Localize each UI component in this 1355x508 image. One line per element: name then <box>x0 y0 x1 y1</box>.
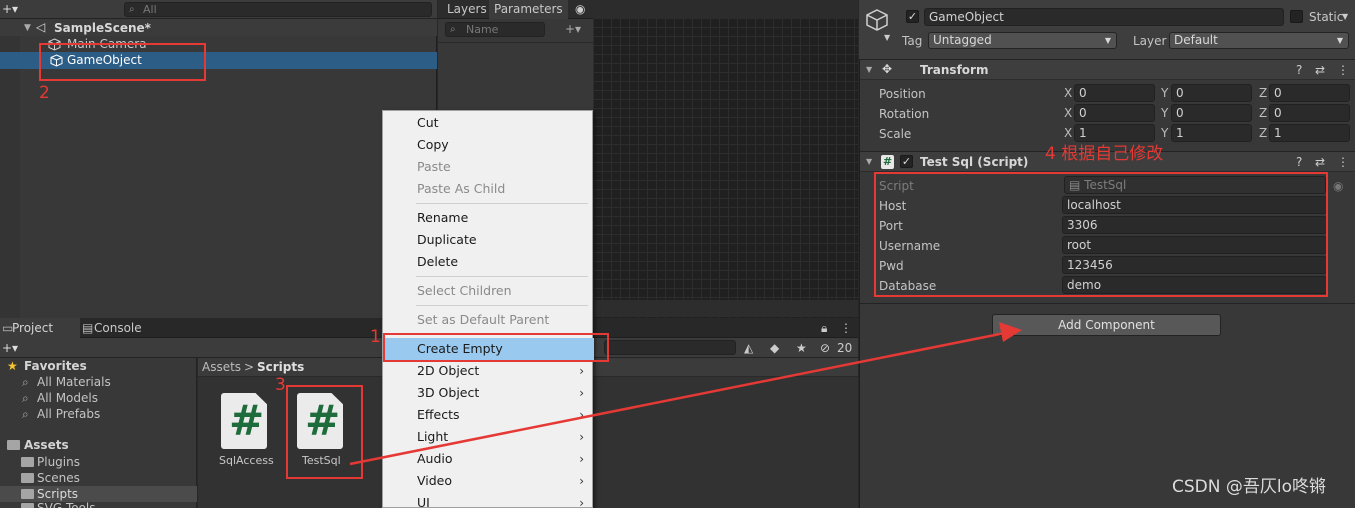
watermark: CSDN @吾仄lo咚锵 <box>1172 477 1326 497</box>
drag-arrow <box>349 322 1022 466</box>
